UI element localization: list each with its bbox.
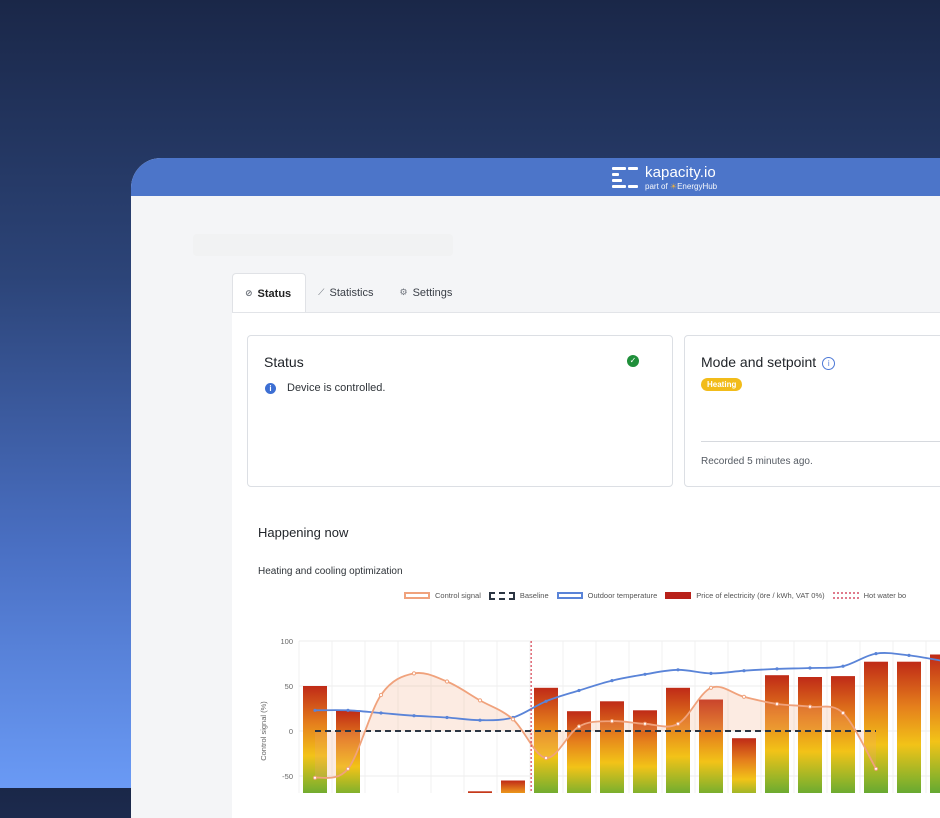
price-bar[interactable] (468, 791, 492, 793)
chart-line-icon: ⟋ (318, 287, 325, 297)
control-signal-point (708, 685, 714, 690)
temperature-point (577, 688, 581, 693)
control-signal-point (576, 724, 582, 729)
control-signal-point (675, 721, 681, 726)
info-icon: i (265, 382, 276, 394)
temperature-point (610, 679, 614, 683)
brand-logo[interactable]: kapacity.io part of ☀EnergyHub (612, 161, 717, 195)
tab-settings[interactable]: ⚙ Settings (388, 273, 467, 312)
control-signal-point (510, 717, 516, 722)
temperature-point (313, 708, 317, 712)
control-signal-point (741, 694, 747, 699)
top-bar: kapacity.io part of ☀EnergyHub (131, 158, 940, 196)
price-bar[interactable] (930, 654, 940, 794)
control-signal-point (312, 775, 318, 780)
status-message: i Device is controlled. (265, 382, 385, 394)
control-signal-point (873, 766, 879, 771)
mode-card-title: Mode and setpoint i (701, 354, 836, 370)
temperature-point (775, 667, 779, 671)
chart-title: Heating and cooling optimization (258, 566, 403, 577)
status-panel: Status ✓ i Device is controlled. Mode an… (232, 312, 940, 818)
temperature-point (379, 711, 383, 715)
control-signal-point (444, 679, 450, 684)
control-signal-point (411, 671, 417, 676)
temperature-point (412, 714, 416, 718)
price-bar[interactable] (666, 687, 690, 793)
temperature-point (907, 653, 911, 657)
control-signal-point (543, 755, 549, 761)
tab-bar: ⊘ Status ⟋ Statistics ⚙ Settings (232, 273, 467, 313)
optimization-chart[interactable]: 100500-50-100Control signal (%) (232, 593, 940, 793)
y-tick-label: -50 (282, 772, 293, 781)
mode-badge: Heating (701, 378, 743, 391)
price-bar[interactable] (897, 661, 921, 793)
price-bar[interactable] (831, 676, 855, 793)
kapacity-logo-icon (612, 165, 638, 191)
check-circle-icon: ⊘ (245, 288, 253, 298)
app-window: kapacity.io part of ☀EnergyHub ⊘ Status … (131, 158, 940, 818)
temperature-point (643, 672, 647, 676)
temperature-point (709, 671, 713, 675)
y-axis-label: Control signal (%) (259, 701, 268, 761)
price-bar[interactable] (732, 738, 756, 793)
temperature-point (544, 699, 548, 703)
temperature-point (445, 715, 449, 720)
control-signal-point (609, 719, 615, 724)
temperature-point (676, 668, 680, 672)
control-signal-point (840, 710, 846, 716)
happening-now-title: Happening now (258, 525, 349, 540)
brand-sub: part of ☀EnergyHub (645, 182, 718, 191)
price-bar[interactable] (600, 701, 624, 793)
control-signal-point (807, 704, 813, 709)
control-signal-point (477, 698, 483, 703)
temperature-point (346, 708, 350, 712)
mode-card: Mode and setpoint i Heating Recorded 5 mi… (684, 335, 940, 487)
temperature-point (841, 664, 845, 668)
temperature-point (742, 669, 746, 673)
status-card-title: Status (264, 354, 304, 370)
control-signal-point (378, 692, 384, 698)
device-title-placeholder (193, 234, 453, 256)
control-signal-point (774, 701, 780, 707)
control-signal-point (642, 721, 648, 726)
gear-icon: ⚙ (399, 287, 408, 297)
y-tick-label: 50 (285, 682, 293, 691)
tab-statistics[interactable]: ⟋ Statistics (306, 273, 387, 312)
info-icon[interactable]: i (822, 357, 836, 370)
recorded-timestamp: Recorded 5 minutes ago. (701, 456, 813, 467)
control-signal-point (345, 766, 351, 771)
check-circle-icon: ✓ (627, 355, 639, 367)
y-tick-label: 0 (289, 727, 293, 736)
price-bar[interactable] (864, 661, 888, 793)
brand-name: kapacity.io (645, 164, 716, 181)
price-bar[interactable] (765, 675, 789, 793)
divider (701, 441, 940, 442)
temperature-point (478, 718, 482, 722)
tab-status[interactable]: ⊘ Status (232, 273, 307, 313)
temperature-point (874, 652, 878, 656)
temperature-point (808, 666, 812, 670)
y-tick-label: 100 (280, 637, 293, 646)
status-card: Status ✓ i Device is controlled. (247, 335, 673, 487)
price-bar[interactable] (798, 677, 822, 793)
price-bar[interactable] (501, 780, 525, 794)
